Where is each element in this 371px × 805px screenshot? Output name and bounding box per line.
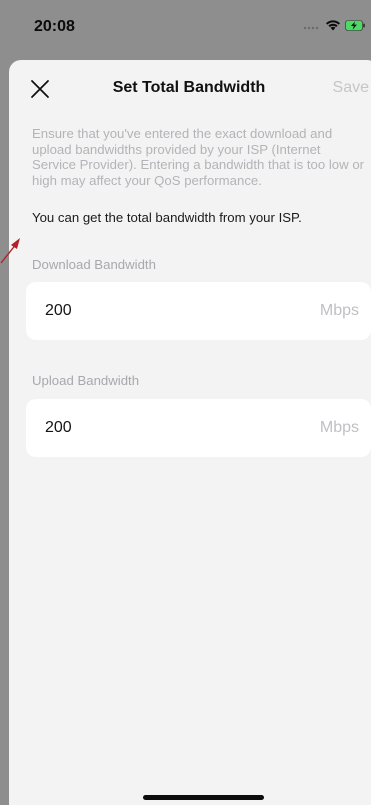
download-bandwidth-field[interactable]: 200 Mbps [26, 282, 371, 340]
signal-icon [303, 26, 319, 30]
status-icons [303, 19, 365, 31]
upload-bandwidth-label: Upload Bandwidth [32, 373, 140, 388]
upload-bandwidth-value[interactable]: 200 [45, 419, 72, 437]
download-bandwidth-unit: Mbps [319, 302, 359, 319]
page-title: Set Total Bandwidth [112, 79, 266, 96]
bandwidth-sheet: Set Total Bandwidth Save Ensure that you… [9, 60, 371, 805]
wifi-icon [326, 20, 340, 31]
download-bandwidth-label: Download Bandwidth [32, 257, 156, 272]
battery-charging-icon [345, 19, 365, 31]
isp-note: You can get the total bandwidth from you… [32, 210, 302, 225]
bandwidth-description: Ensure that you've entered the exact dow… [32, 126, 365, 188]
home-indicator [143, 795, 264, 800]
upload-bandwidth-field[interactable]: 200 Mbps [26, 399, 371, 457]
upload-bandwidth-unit: Mbps [319, 419, 359, 436]
download-bandwidth-value[interactable]: 200 [45, 302, 72, 320]
save-button[interactable]: Save [333, 79, 369, 97]
status-bar: 20:08 [0, 0, 371, 58]
annotation-arrow-icon [0, 238, 20, 264]
status-time: 20:08 [34, 18, 75, 35]
